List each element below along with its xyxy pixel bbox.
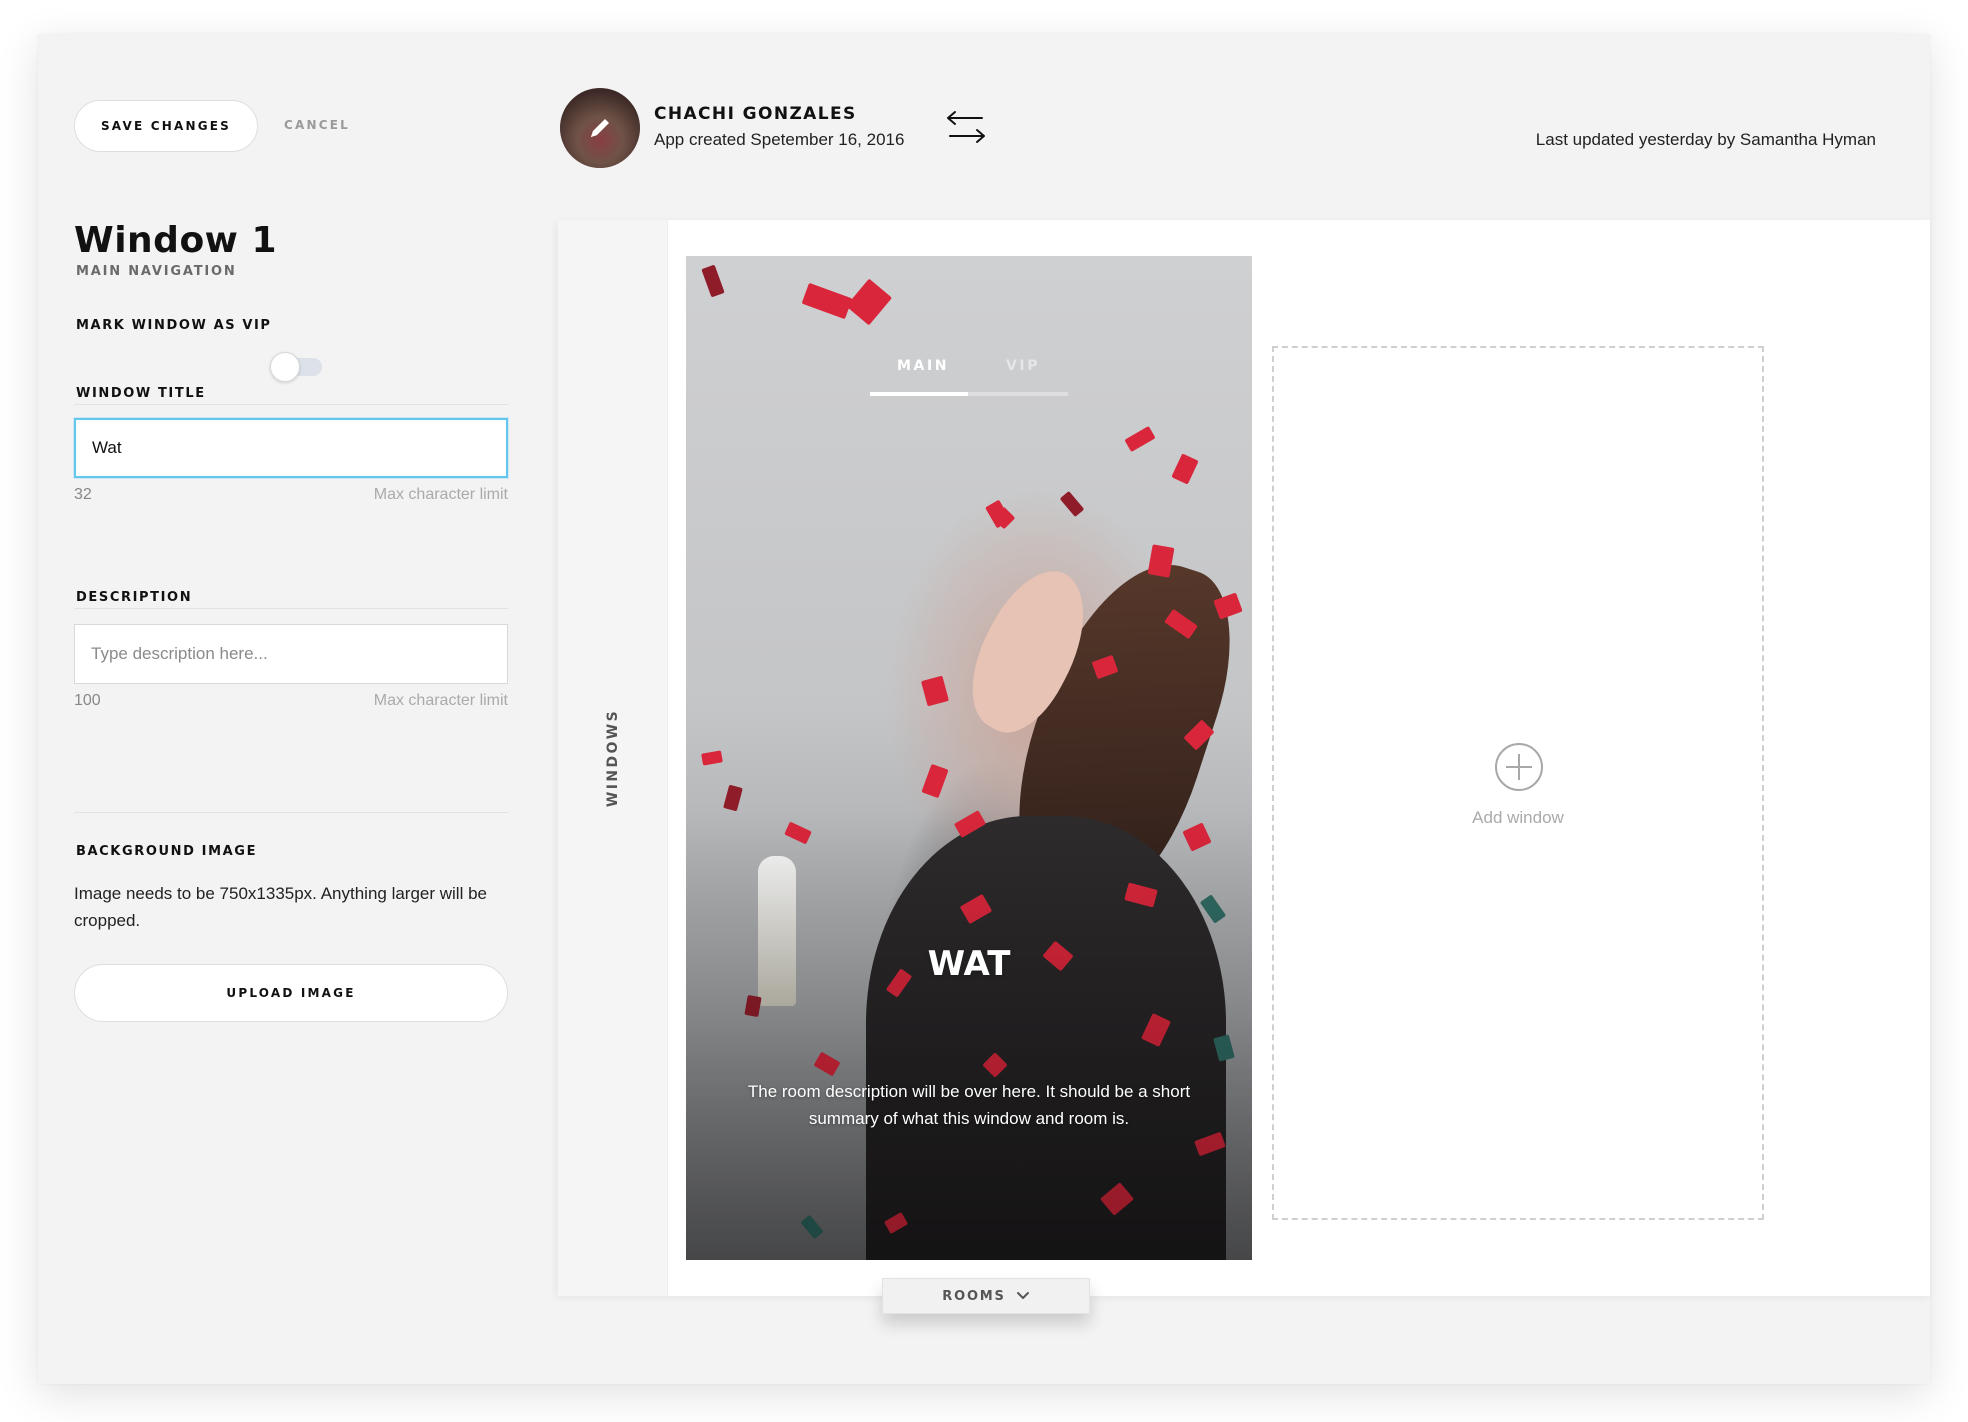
- window-title-char-count: 32: [74, 486, 92, 503]
- avatar[interactable]: [560, 88, 640, 168]
- description-label: DESCRIPTION: [76, 590, 193, 605]
- cancel-button[interactable]: CANCEL: [284, 118, 350, 132]
- owner-name: CHACHI GONZALES: [654, 104, 857, 124]
- window-title-label: WINDOW TITLE: [76, 386, 206, 401]
- preview-window-title: WAT: [927, 944, 1011, 984]
- description-char-count: 100: [74, 692, 101, 709]
- app-window: SAVE CHANGES CANCEL Window 1 MAIN NAVIGA…: [38, 34, 1930, 1384]
- save-changes-button[interactable]: SAVE CHANGES: [74, 100, 258, 152]
- swap-arrows-icon[interactable]: [944, 108, 988, 148]
- window-title-char-hint: Max character limit: [373, 486, 508, 503]
- pencil-icon: [591, 119, 609, 137]
- add-window-label: Add window: [1472, 808, 1564, 827]
- app-created-date: App created Spetember 16, 2016: [654, 130, 905, 149]
- panel-subtitle: MAIN NAVIGATION: [76, 264, 237, 279]
- rooms-toggle[interactable]: ROOMS: [882, 1278, 1090, 1314]
- windows-canvas: WINDOWS MAIN VIP WAT The room descriptio…: [558, 220, 1930, 1296]
- rooms-label: ROOMS: [942, 1288, 1006, 1304]
- add-window-placeholder[interactable]: Add window: [1272, 346, 1764, 1220]
- divider: [74, 812, 508, 813]
- panel-title: Window 1: [74, 220, 278, 261]
- window-preview[interactable]: MAIN VIP WAT The room description will b…: [686, 256, 1252, 1260]
- windows-rail-label: WINDOWS: [605, 708, 621, 808]
- description-input[interactable]: [74, 624, 508, 684]
- divider: [74, 404, 508, 405]
- preview-tab-vip[interactable]: VIP: [1006, 358, 1040, 374]
- background-image-label: BACKGROUND IMAGE: [76, 844, 258, 859]
- window-title-input[interactable]: [74, 418, 508, 478]
- preview-tab-main[interactable]: MAIN: [897, 358, 949, 374]
- last-updated: Last updated yesterday by Samantha Hyman: [1535, 130, 1876, 149]
- vip-toggle-knob: [270, 352, 300, 382]
- divider: [74, 608, 508, 609]
- plus-circle-icon: [1495, 743, 1543, 791]
- chevron-down-icon: [1016, 1292, 1029, 1299]
- vip-toggle[interactable]: [270, 352, 324, 382]
- description-char-hint: Max character limit: [373, 692, 508, 709]
- background-image-help: Image needs to be 750x1335px. Anything l…: [74, 884, 487, 930]
- upload-image-button[interactable]: UPLOAD IMAGE: [74, 964, 508, 1022]
- windows-rail[interactable]: WINDOWS: [558, 220, 668, 1296]
- vip-toggle-label: MARK WINDOW AS VIP: [76, 318, 272, 333]
- preview-tab-indicator: [870, 392, 968, 396]
- preview-room-description: The room description will be over here. …: [747, 1082, 1191, 1128]
